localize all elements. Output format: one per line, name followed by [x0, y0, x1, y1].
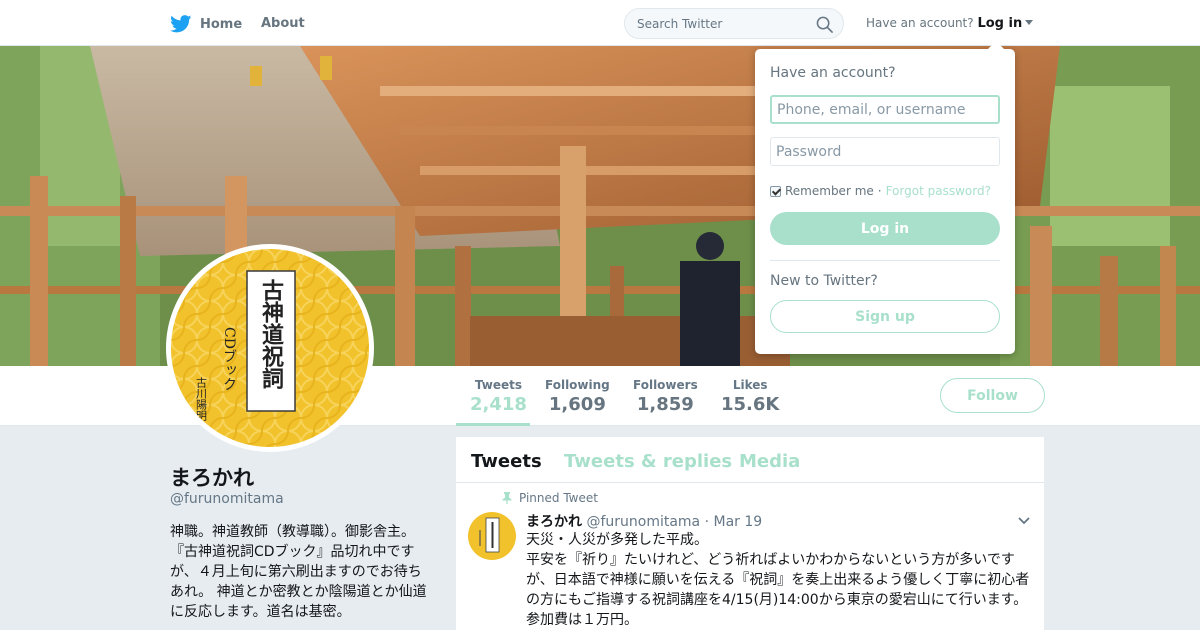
new-to-twitter-label: New to Twitter? — [770, 273, 878, 289]
dropdown-arrow — [988, 41, 1004, 49]
follow-button[interactable]: Follow — [940, 378, 1045, 413]
avatar-author-text: 古川陽明 — [195, 377, 208, 422]
about-link[interactable]: About — [261, 16, 305, 31]
active-stat-indicator — [456, 423, 530, 426]
tab-tweets-and-replies[interactable]: Tweets & replies — [564, 451, 732, 472]
stat-tweets[interactable]: Tweets 2,418 — [470, 378, 527, 415]
stat-following[interactable]: Following 1,609 — [545, 378, 610, 415]
stat-label: Likes — [732, 378, 768, 392]
stat-label: Following — [545, 378, 610, 392]
pinned-label: Pinned Tweet — [519, 491, 598, 505]
remember-me-row: Remember me · Forgot password? — [770, 184, 991, 198]
username-field[interactable] — [770, 95, 1000, 124]
stat-followers[interactable]: Followers 1,859 — [633, 378, 698, 415]
tweet-header: まろかれ @furunomitama · Mar 19 — [526, 511, 762, 531]
remember-separator: · — [877, 184, 882, 198]
login-button[interactable]: Log in — [770, 212, 1000, 245]
twitter-bird-icon — [170, 15, 192, 33]
chevron-down-icon[interactable] — [1018, 517, 1030, 525]
remember-me-label[interactable]: Remember me — [785, 184, 874, 198]
search-input[interactable]: Search Twitter — [637, 17, 722, 31]
login-link[interactable]: Log in — [977, 16, 1022, 31]
tweet-text: 天災・人災が多発した平成。 平安を『祈り』たいけれど、どう祈ればよいかわからない… — [526, 532, 1030, 628]
dropdown-title: Have an account? — [770, 65, 896, 81]
home-link[interactable]: Home — [170, 13, 242, 35]
stat-label: Followers — [633, 378, 698, 392]
avatar-title-text: 古神道祝詞 — [258, 278, 284, 390]
tab-media[interactable]: Media — [739, 451, 800, 472]
tweet-date[interactable]: Mar 19 — [714, 514, 763, 530]
avatar-subtitle-text: CDブック — [221, 327, 237, 391]
tweet-author-name[interactable]: まろかれ — [526, 514, 582, 530]
tab-tweets[interactable]: Tweets — [471, 451, 542, 472]
login-menu-toggle[interactable]: Have an account? Log in — [866, 16, 1034, 31]
home-label: Home — [200, 16, 243, 32]
login-dropdown: Have an account? Remember me · Forgot pa… — [755, 41, 1015, 354]
stat-label: Tweets — [474, 378, 523, 392]
stat-likes[interactable]: Likes 15.6K — [721, 378, 779, 415]
stat-value: 1,859 — [636, 394, 694, 415]
signup-button[interactable]: Sign up — [770, 300, 1000, 333]
have-account-label: Have an account? — [866, 16, 974, 30]
pinned-tweet-context: Pinned Tweet — [502, 491, 598, 505]
search-box[interactable]: Search Twitter — [624, 8, 844, 39]
pin-icon — [502, 492, 512, 504]
tweet-meta-separator: · — [704, 514, 710, 530]
profile-name: まろかれ — [170, 466, 254, 490]
timeline: Tweets Tweets & replies Media Pinned Twe… — [456, 437, 1044, 630]
dropdown-divider — [770, 260, 1000, 261]
tweet-author-handle[interactable]: @furunomitama — [586, 514, 700, 530]
search-icon[interactable] — [816, 16, 833, 33]
timeline-tabs: Tweets Tweets & replies Media — [456, 437, 1044, 483]
password-field[interactable] — [770, 137, 1000, 166]
remember-me-checkbox[interactable] — [770, 185, 781, 197]
profile-handle: @furunomitama — [170, 491, 284, 507]
avatar-image: 古神道祝詞 CDブック 古川陽明 — [171, 249, 369, 447]
tweet-author-avatar[interactable] — [468, 512, 516, 560]
top-navigation-bar: Home About Search Twitter Have an accoun… — [0, 0, 1200, 46]
profile-bio: 神職。神道教師（教導職）。御影舎主。『古神道祝詞CDブック』品切れ中ですが、４月… — [170, 524, 427, 620]
profile-avatar[interactable]: 古神道祝詞 CDブック 古川陽明 — [166, 244, 374, 452]
stat-value: 1,609 — [548, 394, 606, 415]
stat-value: 2,418 — [470, 394, 527, 415]
stat-value: 15.6K — [721, 394, 780, 415]
forgot-password-link[interactable]: Forgot password? — [886, 184, 991, 198]
chevron-down-icon — [1025, 20, 1034, 25]
